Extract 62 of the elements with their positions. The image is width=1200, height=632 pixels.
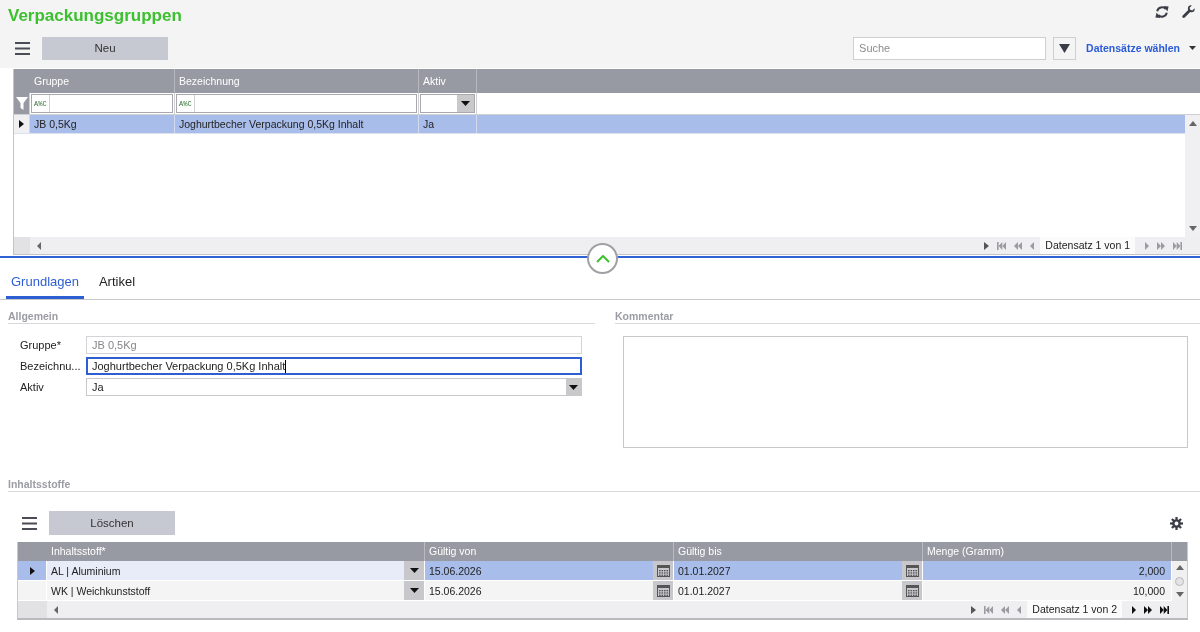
filter-dropdown-button[interactable] — [1053, 36, 1077, 60]
gear-icon[interactable] — [1170, 516, 1183, 530]
caret-icon[interactable] — [569, 384, 578, 390]
menu-icon[interactable] — [15, 41, 30, 55]
comment-field[interactable] — [623, 336, 1188, 448]
record-status: Datensatz 1 von 2 — [1027, 601, 1122, 618]
dropdown-button[interactable] — [404, 581, 424, 600]
section-title: Inhaltsstoffe — [8, 478, 71, 490]
scroll-left-icon[interactable] — [37, 241, 41, 250]
vertical-scrollbar[interactable] — [1185, 115, 1200, 237]
row-indicator-icon — [19, 120, 24, 128]
caret-icon[interactable] — [409, 568, 419, 573]
next-record-icon[interactable] — [1132, 605, 1136, 614]
scroll-up-icon[interactable] — [1188, 121, 1197, 126]
delete-button[interactable]: Löschen — [49, 511, 175, 535]
wrench-icon[interactable] — [1182, 5, 1195, 18]
dropdown-button[interactable] — [457, 95, 474, 112]
chevron-up-icon — [595, 254, 610, 263]
dropdown-button[interactable] — [404, 561, 424, 580]
scroll-up-icon[interactable] — [1175, 565, 1184, 570]
dropdown-field[interactable]: AL | Aluminium — [47, 561, 425, 581]
table-row[interactable]: JB 0,5Kg Joghurtbecher Verpackung 0,5Kg Inhalt Ja — [14, 115, 1185, 134]
record-status: Datensatz 1 von 1 — [1040, 237, 1135, 254]
caret-icon[interactable] — [1189, 46, 1196, 50]
scroll-left-icon[interactable] — [54, 605, 58, 614]
table-row[interactable]: WK | Weichkunststoff 15.06.2026 01.01.2027 10,000 — [18, 581, 1172, 601]
select-field[interactable]: Ja — [86, 378, 582, 396]
collapse-button[interactable] — [587, 243, 618, 274]
records-menu-link[interactable]: Datensätze wählen — [1086, 42, 1180, 54]
table-row[interactable]: AL | Aluminium 15.06.2026 01.01.2027 2,000 — [18, 561, 1172, 581]
table-cell: JB 0,5Kg — [30, 115, 175, 133]
tab[interactable]: Grundlagen — [6, 259, 84, 299]
refresh-icon[interactable] — [1155, 5, 1169, 19]
table-cell: Joghurtbecher Verpackung 0,5Kg Inhalt — [175, 115, 419, 133]
table-cell: Ja — [419, 115, 477, 133]
caret-icon[interactable] — [409, 588, 419, 593]
scroll-down-icon[interactable] — [1175, 592, 1184, 597]
search-field[interactable]: Suche — [853, 36, 1047, 60]
field-label: Bezeichnu... — [20, 360, 81, 372]
caret-icon[interactable] — [461, 101, 470, 106]
section-title: Allgemein — [8, 310, 59, 322]
pager-toggle-icon[interactable] — [971, 605, 977, 614]
tab[interactable]: Artikel — [93, 259, 141, 299]
field-label: Aktiv — [20, 381, 44, 393]
filter-icon[interactable] — [15, 97, 28, 110]
field-label: Gruppe* — [20, 339, 61, 351]
page-title: Verpackungsgruppen — [8, 6, 182, 26]
vertical-scrollbar[interactable] — [1172, 561, 1187, 601]
row-indicator-icon — [29, 566, 35, 575]
scrollbar-corner — [14, 237, 30, 254]
last-record-icon[interactable] — [1160, 605, 1169, 614]
scroll-thumb-icon[interactable] — [1175, 576, 1184, 586]
filter-select-field[interactable] — [420, 94, 475, 113]
section-title: Kommentar — [615, 310, 674, 322]
caret-icon[interactable] — [1059, 43, 1071, 53]
next-page-icon[interactable] — [1144, 605, 1152, 614]
new-button[interactable]: Neu — [42, 36, 168, 60]
scrollbar-corner — [18, 601, 47, 618]
scroll-down-icon[interactable] — [1188, 226, 1197, 231]
menu-icon[interactable] — [22, 516, 37, 530]
pager-toggle-icon[interactable] — [984, 241, 990, 250]
dropdown-button[interactable] — [566, 379, 581, 395]
